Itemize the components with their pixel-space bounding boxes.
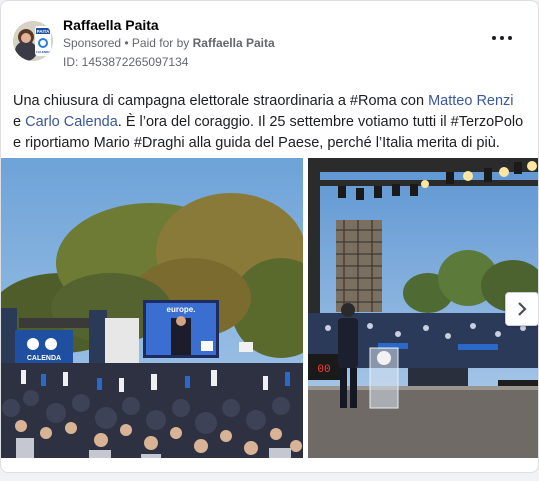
- mention-carlo-calenda[interactable]: Carlo Calenda: [25, 114, 118, 130]
- more-options-button[interactable]: [492, 31, 512, 45]
- post-header: PAITA CALENDA Raffaella Paita Sponsored …: [13, 17, 526, 73]
- sponsored-label[interactable]: Sponsored: [63, 36, 121, 50]
- avatar-badge-text: PAITA: [37, 29, 51, 34]
- avatar[interactable]: PAITA CALENDA: [13, 21, 53, 61]
- meta-separator: •: [121, 36, 132, 50]
- stage-display-text: 00: [317, 364, 330, 376]
- ad-id: ID: 1453872265097134: [63, 55, 189, 69]
- mention-matteo-renzi[interactable]: Matteo Renzi: [428, 93, 513, 109]
- body-part-1: Una chiusura di campagna elettorale stra…: [13, 93, 429, 109]
- post-body: Una chiusura di campagna elettorale stra…: [13, 91, 525, 154]
- photo-carousel: CALENDA europe. 00: [1, 158, 538, 458]
- paid-for-label: Paid for by: [131, 36, 193, 50]
- paid-for-name: Raffaella Paita: [192, 36, 275, 50]
- more-dot: [500, 36, 504, 40]
- avatar-badge-sub: CALENDA: [36, 50, 51, 54]
- banner-text: CALENDA: [27, 355, 61, 362]
- sponsored-meta: Sponsored • Paid for by Raffaella Paita: [63, 36, 275, 50]
- more-dot: [508, 36, 512, 40]
- body-part-2: e: [13, 114, 26, 130]
- screen-text: europe.: [167, 305, 196, 314]
- more-horizontal-icon: [492, 36, 496, 40]
- ad-card: PAITA CALENDA Raffaella Paita Sponsored …: [0, 0, 539, 473]
- carousel-next-button[interactable]: [505, 292, 538, 326]
- author-name[interactable]: Raffaella Paita: [63, 17, 159, 33]
- rally-crowd-photo[interactable]: CALENDA europe.: [1, 158, 303, 458]
- chevron-right-icon: [518, 302, 527, 316]
